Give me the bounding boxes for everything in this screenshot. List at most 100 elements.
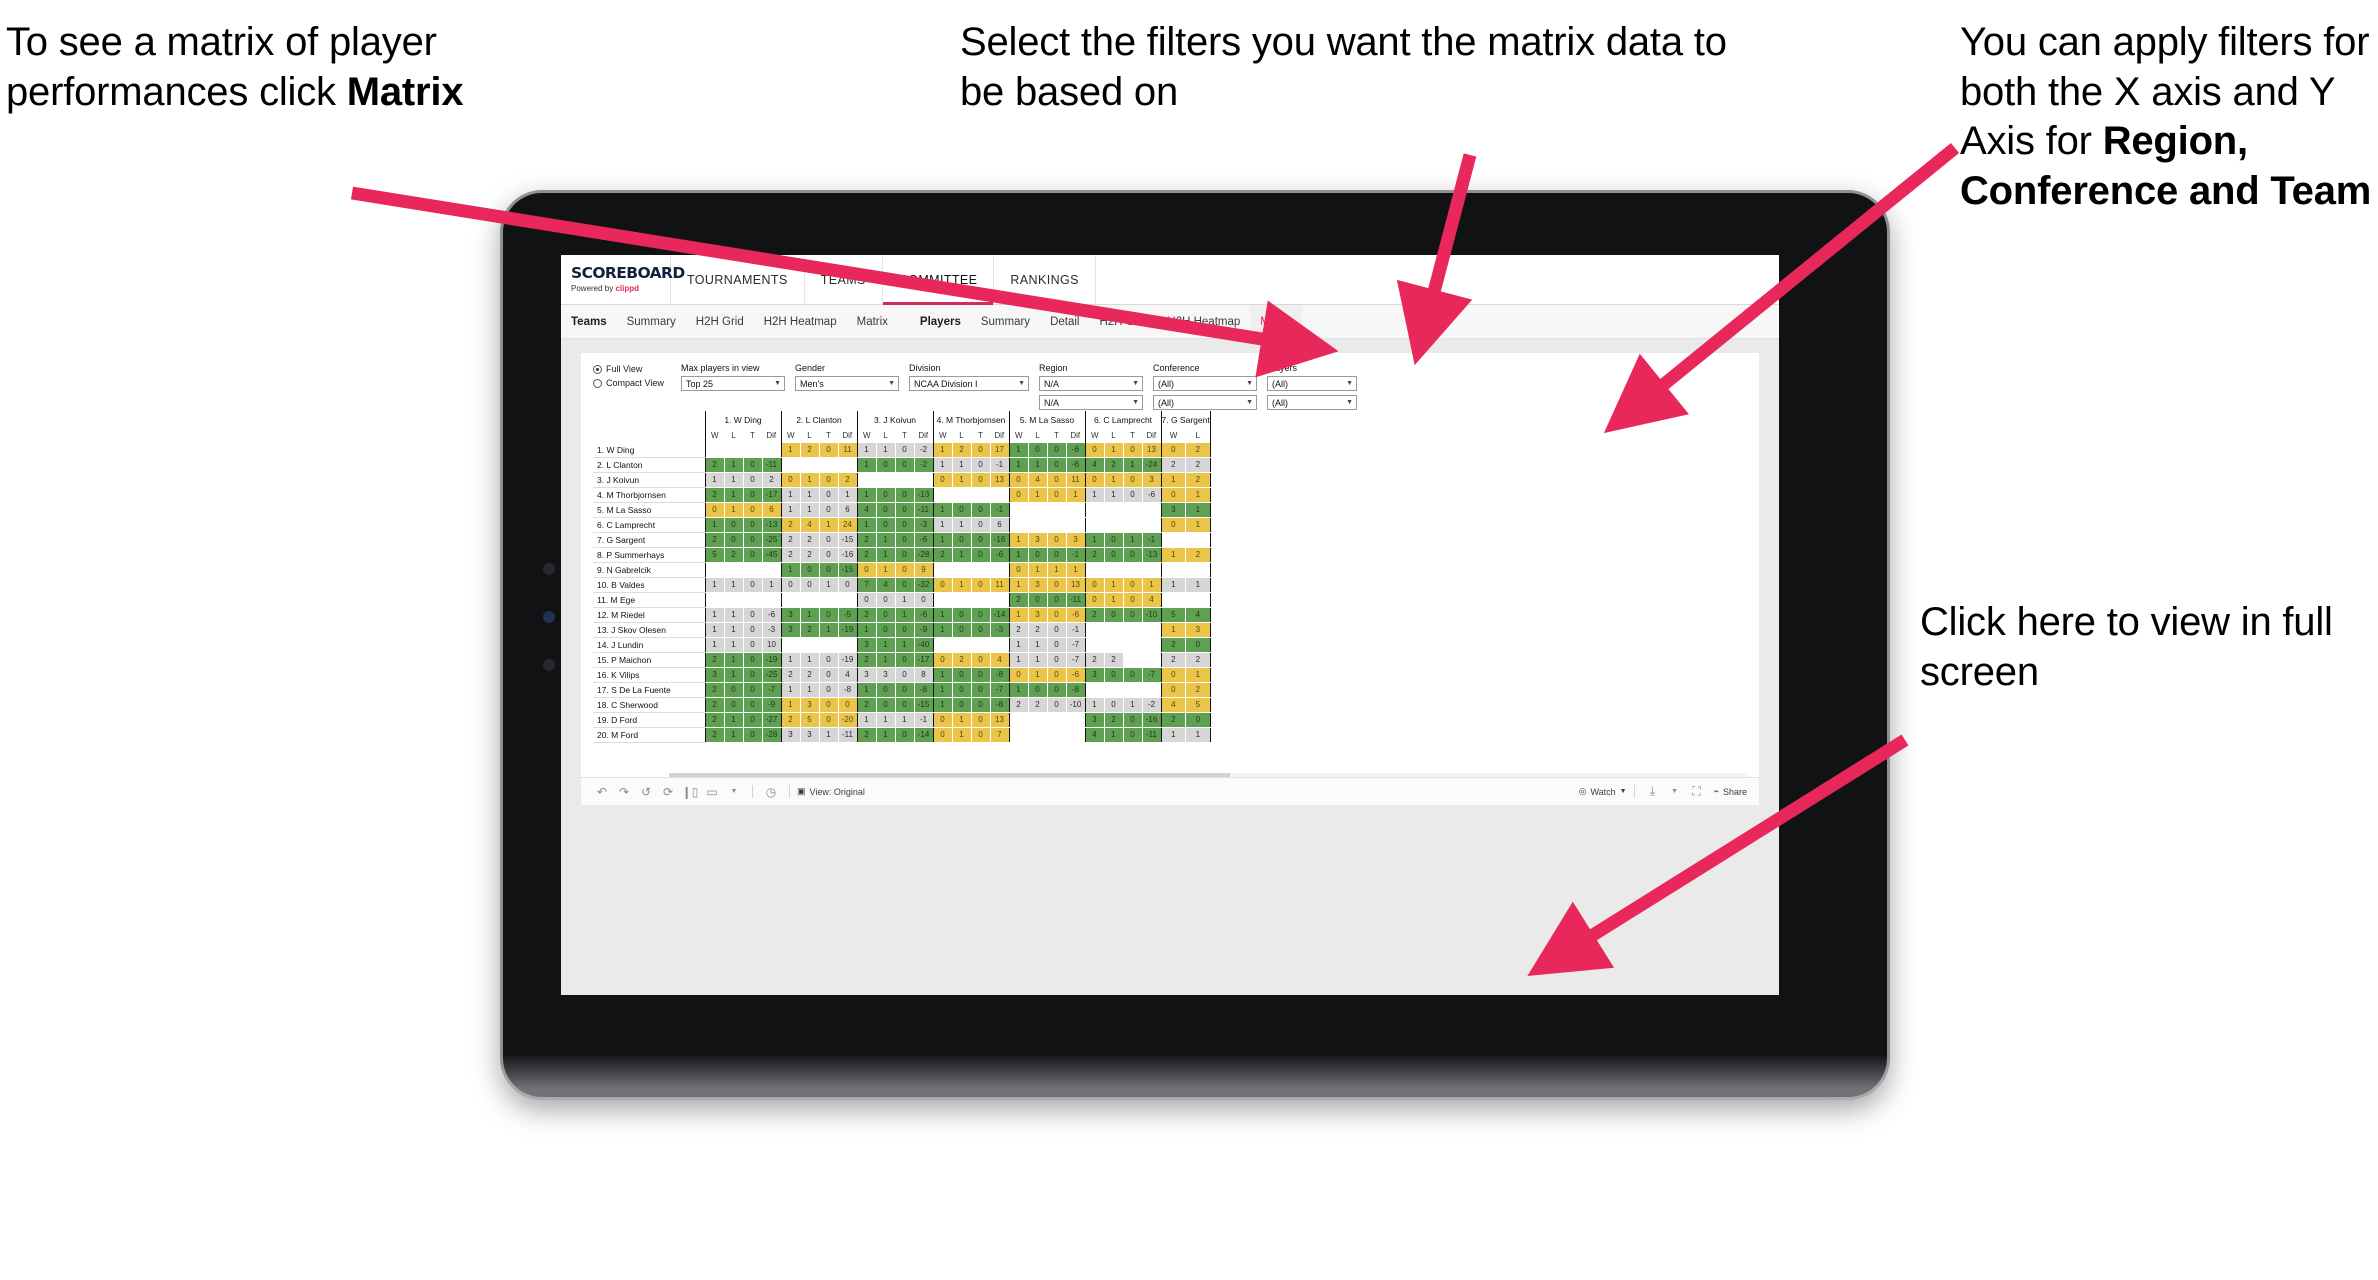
- matrix-data-cell[interactable]: 3: [856, 667, 877, 683]
- matrix-data-cell[interactable]: 3: [780, 727, 801, 743]
- matrix-data-cell[interactable]: 0: [895, 547, 915, 563]
- matrix-data-cell[interactable]: -11: [1066, 592, 1086, 608]
- matrix-data-cell[interactable]: -10: [1066, 697, 1086, 713]
- matrix-data-cell[interactable]: 0: [819, 562, 839, 578]
- matrix-data-cell[interactable]: [1104, 502, 1124, 518]
- matrix-data-cell[interactable]: 0: [1047, 547, 1067, 563]
- matrix-data-cell[interactable]: 0: [932, 727, 953, 743]
- matrix-data-cell[interactable]: -6: [1066, 457, 1086, 473]
- matrix-data-cell[interactable]: [932, 487, 953, 503]
- matrix-data-cell[interactable]: 2: [856, 727, 877, 743]
- matrix-data-cell[interactable]: [819, 592, 839, 608]
- matrix-data-cell[interactable]: 0: [1104, 697, 1124, 713]
- matrix-data-cell[interactable]: 0: [819, 532, 839, 548]
- matrix-data-cell[interactable]: 1: [1008, 577, 1029, 593]
- matrix-data-cell[interactable]: -8: [990, 697, 1010, 713]
- matrix-data-cell[interactable]: 0: [971, 652, 991, 668]
- matrix-data-cell[interactable]: 2: [704, 652, 725, 668]
- matrix-data-cell[interactable]: 2: [1160, 457, 1187, 473]
- matrix-row[interactable]: 2. L Clanton 2 1 0 -11 1 0 0 -2 1 1 0 -1 1 1 0 -6 4 2 1 -24 2…: [593, 457, 1211, 473]
- matrix-data-cell[interactable]: 0: [1047, 697, 1067, 713]
- matrix-data-cell[interactable]: 17: [990, 443, 1010, 458]
- matrix-data-cell[interactable]: 2: [724, 547, 744, 563]
- matrix-data-cell[interactable]: -19: [838, 652, 858, 668]
- matrix-data-cell[interactable]: 0: [895, 487, 915, 503]
- matrix-data-cell[interactable]: 0: [952, 622, 972, 638]
- matrix-data-cell[interactable]: -24: [1142, 457, 1162, 473]
- matrix-data-cell[interactable]: 3: [1066, 532, 1086, 548]
- matrix-data-cell[interactable]: 2: [1185, 652, 1211, 668]
- matrix-data-cell[interactable]: [1008, 517, 1029, 533]
- matrix-row[interactable]: 1. W Ding 1 2 0 11 1 1 0 -2 1 2 0 17 1 0 0 -6 0 1 0 13 0 2: [593, 443, 1211, 458]
- matrix-data-cell[interactable]: 1: [1104, 487, 1124, 503]
- matrix-data-cell[interactable]: 0: [971, 457, 991, 473]
- matrix-data-cell[interactable]: -1: [1066, 547, 1086, 563]
- filter-region-select-y[interactable]: N/A ▼: [1039, 395, 1143, 410]
- chevron-down-icon[interactable]: ▼: [1664, 788, 1686, 795]
- matrix-data-cell[interactable]: 6: [762, 502, 782, 518]
- matrix-data-cell[interactable]: 0: [971, 682, 991, 698]
- matrix-data-cell[interactable]: 9: [914, 562, 934, 578]
- matrix-data-cell[interactable]: -6: [1142, 487, 1162, 503]
- matrix-data-cell[interactable]: 0: [743, 607, 763, 623]
- matrix-data-cell[interactable]: 1: [704, 622, 725, 638]
- matrix-data-cell[interactable]: 1: [856, 622, 877, 638]
- matrix-data-cell[interactable]: 2: [838, 472, 858, 488]
- matrix-data-cell[interactable]: [990, 592, 1010, 608]
- filter-region-select-x[interactable]: N/A ▼: [1039, 376, 1143, 391]
- matrix-data-cell[interactable]: 1: [1028, 487, 1048, 503]
- matrix-data-cell[interactable]: 1: [704, 472, 725, 488]
- matrix-data-cell[interactable]: 0: [952, 502, 972, 518]
- matrix-data-cell[interactable]: 1: [876, 532, 896, 548]
- matrix-data-cell[interactable]: 0: [838, 577, 858, 593]
- subnav-teams-h2h-grid[interactable]: H2H Grid: [686, 305, 754, 338]
- matrix-data-cell[interactable]: 4: [1084, 727, 1105, 743]
- matrix-data-cell[interactable]: 0: [971, 607, 991, 623]
- matrix-data-cell[interactable]: [1008, 727, 1029, 743]
- matrix-data-cell[interactable]: [914, 472, 934, 488]
- matrix-data-cell[interactable]: 1: [1160, 577, 1187, 593]
- matrix-data-cell[interactable]: 0: [1123, 577, 1143, 593]
- matrix-data-cell[interactable]: 2: [800, 622, 820, 638]
- matrix-data-cell[interactable]: 0: [971, 547, 991, 563]
- matrix-data-cell[interactable]: [971, 487, 991, 503]
- matrix-data-cell[interactable]: 11: [838, 443, 858, 458]
- matrix-data-cell[interactable]: 1: [1185, 727, 1211, 743]
- matrix-data-cell[interactable]: 1: [724, 577, 744, 593]
- matrix-data-cell[interactable]: -7: [1142, 667, 1162, 683]
- matrix-data-cell[interactable]: [838, 637, 858, 653]
- matrix-data-cell[interactable]: -17: [914, 652, 934, 668]
- matrix-row[interactable]: 13. J Skov Olesen 1 1 0 -3 3 2 1 -19 1 0 0 -9 1 0 0 -3 2 2…: [593, 622, 1211, 638]
- matrix-data-cell[interactable]: 1: [856, 682, 877, 698]
- matrix-data-cell[interactable]: 1: [895, 607, 915, 623]
- matrix-data-cell[interactable]: 0: [724, 517, 744, 533]
- matrix-data-cell[interactable]: 0: [1047, 472, 1067, 488]
- matrix-data-cell[interactable]: 0: [1123, 727, 1143, 743]
- matrix-data-cell[interactable]: 13: [1066, 577, 1086, 593]
- matrix-data-cell[interactable]: 1: [1066, 562, 1086, 578]
- matrix-data-cell[interactable]: 0: [876, 682, 896, 698]
- matrix-data-cell[interactable]: 1: [952, 727, 972, 743]
- matrix-data-cell[interactable]: 4: [1084, 457, 1105, 473]
- matrix-data-cell[interactable]: -11: [1142, 727, 1162, 743]
- matrix-data-cell[interactable]: 0: [1104, 607, 1124, 623]
- matrix-data-cell[interactable]: 11: [1066, 472, 1086, 488]
- matrix-data-cell[interactable]: -14: [990, 607, 1010, 623]
- matrix-data-cell[interactable]: 1: [780, 502, 801, 518]
- matrix-data-cell[interactable]: 1: [1008, 547, 1029, 563]
- matrix-data-cell[interactable]: 0: [876, 457, 896, 473]
- matrix-data-cell[interactable]: 3: [1028, 532, 1048, 548]
- matrix-data-cell[interactable]: [952, 487, 972, 503]
- matrix-data-cell[interactable]: -17: [762, 487, 782, 503]
- matrix-data-cell[interactable]: 3: [800, 697, 820, 713]
- matrix-data-cell[interactable]: 0: [932, 472, 953, 488]
- matrix-data-cell[interactable]: 3: [1142, 472, 1162, 488]
- matrix-data-cell[interactable]: 1: [1123, 697, 1143, 713]
- matrix-data-cell[interactable]: 3: [1160, 502, 1187, 518]
- matrix-data-cell[interactable]: 0: [1047, 637, 1067, 653]
- matrix-data-cell[interactable]: 2: [800, 667, 820, 683]
- device-layout-icon[interactable]: ▭: [701, 785, 723, 799]
- matrix-data-cell[interactable]: 1: [1160, 622, 1187, 638]
- matrix-data-cell[interactable]: 2: [1160, 712, 1187, 728]
- matrix-data-cell[interactable]: 0: [1008, 562, 1029, 578]
